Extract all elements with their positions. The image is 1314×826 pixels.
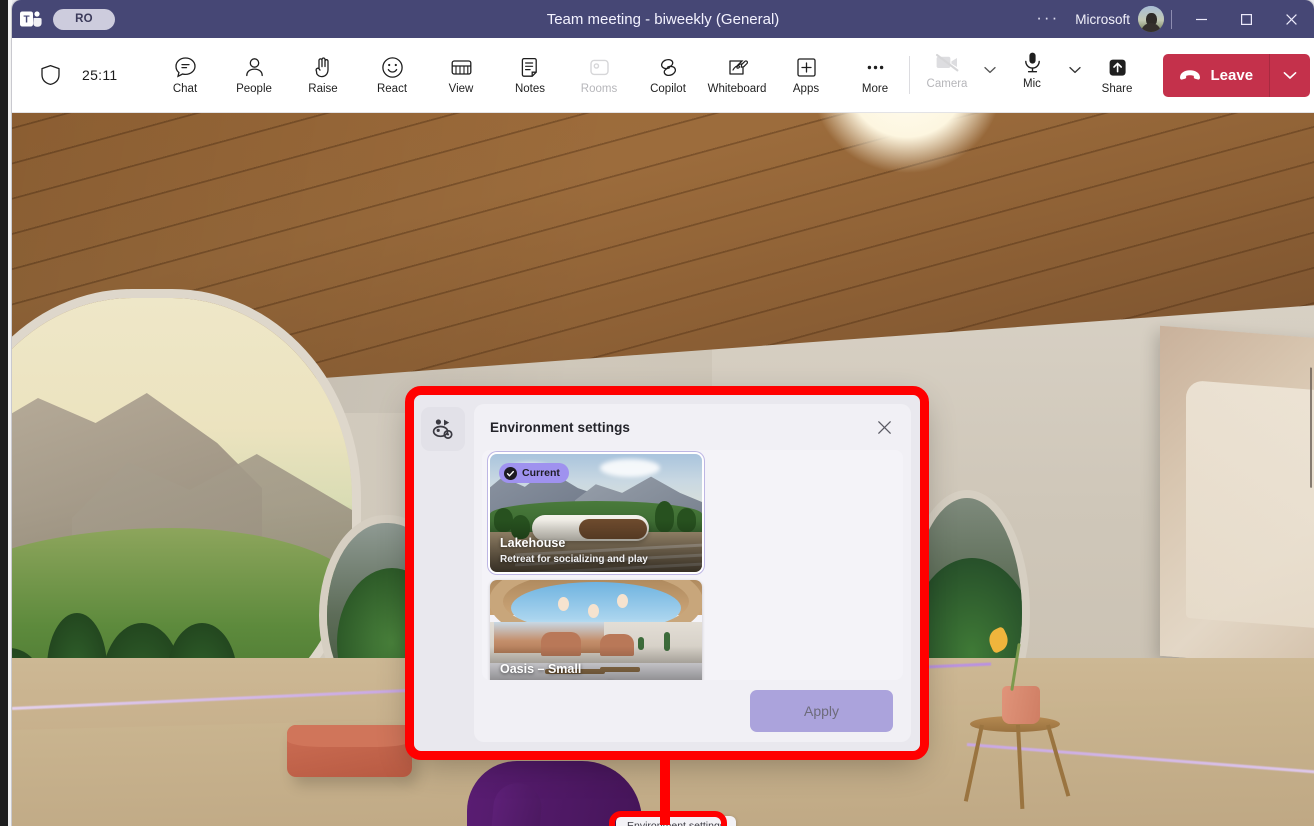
dialog-body: Environment settings	[474, 404, 911, 742]
whiteboard-icon	[725, 54, 750, 80]
camera-toggle-button[interactable]: Camera	[914, 39, 981, 101]
toolbar-button-raise[interactable]: Raise	[290, 44, 357, 106]
toolbar-button-notes[interactable]: Notes	[497, 44, 564, 106]
dialog-side-rail	[412, 393, 474, 753]
title-bar: T RO Team meeting - biweekly (General) ·…	[12, 0, 1314, 38]
hang-up-icon	[1178, 62, 1202, 88]
toolbar-button-apps[interactable]: Apps	[773, 44, 840, 106]
react-smiley-icon	[380, 54, 405, 80]
apply-button[interactable]: Apply	[750, 690, 893, 732]
more-horizontal-icon	[863, 54, 888, 80]
minimize-icon[interactable]	[1179, 0, 1224, 38]
dialog-footer: Apply	[474, 680, 911, 742]
account-label[interactable]: Microsoft	[1067, 12, 1138, 27]
background-window-sliver	[0, 0, 8, 826]
mic-toggle-button[interactable]: Mic	[999, 39, 1066, 101]
environment-card-oasis-small[interactable]: Oasis – Small Meeting space for small gr…	[490, 580, 702, 680]
microphone-icon	[1020, 49, 1045, 75]
toolbar-label: View	[449, 84, 474, 96]
raise-hand-icon	[311, 54, 336, 80]
immersive-meeting-stage: Environment settings	[12, 113, 1314, 826]
chevron-down-icon[interactable]	[981, 39, 999, 111]
camera-label: Camera	[927, 79, 968, 91]
meeting-toolbar: 25:11 Chat People	[12, 38, 1314, 113]
mic-control-group: Mic	[999, 39, 1084, 111]
shield-icon[interactable]	[30, 64, 70, 86]
share-button[interactable]: Share	[1084, 44, 1151, 106]
tenant-pill[interactable]: RO	[53, 9, 115, 30]
dialog-title: Environment settings	[490, 420, 630, 435]
toolbar-label: People	[236, 84, 272, 96]
view-grid-icon	[449, 54, 474, 80]
scene-wall-artwork	[1160, 326, 1314, 674]
maximize-icon[interactable]	[1224, 0, 1269, 38]
toolbar-button-chat[interactable]: Chat	[152, 44, 219, 106]
environment-list[interactable]: Current Lakehouse Retreat for socializin…	[482, 450, 903, 680]
toolbar-label: Notes	[515, 84, 545, 96]
environment-name: Oasis – Small	[500, 662, 581, 676]
more-horizontal-icon[interactable]: ···	[1028, 9, 1067, 26]
toolbar-divider	[909, 56, 910, 94]
chevron-down-icon[interactable]	[1270, 54, 1310, 97]
meeting-timer: 25:11	[82, 67, 118, 83]
user-avatar[interactable]	[1138, 6, 1164, 32]
title-bar-divider	[1171, 10, 1172, 29]
scene-avatar-person	[407, 743, 677, 826]
toolbar-label: Raise	[308, 84, 337, 96]
camera-off-icon	[934, 49, 961, 75]
toolbar-button-people[interactable]: People	[221, 44, 288, 106]
toolbar-label: Chat	[173, 84, 197, 96]
copilot-icon	[656, 54, 681, 80]
toolbar-right-group: Camera Mic	[909, 39, 1314, 111]
toolbar-button-group: Chat People Raise	[152, 44, 909, 106]
toolbar-button-whiteboard[interactable]: Whiteboard	[704, 44, 771, 106]
svg-text:T: T	[23, 15, 29, 26]
environment-name: Lakehouse	[500, 536, 565, 550]
camera-control-group: Camera	[914, 39, 999, 111]
people-icon	[242, 54, 267, 80]
toolbar-label: Rooms	[581, 84, 617, 96]
environment-description: Retreat for socializing and play	[500, 554, 648, 565]
toolbar-button-view[interactable]: View	[428, 44, 495, 106]
leave-label: Leave	[1211, 67, 1254, 84]
avatar-settings-icon[interactable]	[421, 407, 465, 451]
badge-label: Current	[522, 467, 560, 479]
title-bar-right: ··· Microsoft	[1028, 0, 1314, 38]
toolbar-label: Copilot	[650, 84, 686, 96]
share-label: Share	[1102, 84, 1133, 96]
leave-button[interactable]: Leave	[1163, 54, 1311, 97]
toolbar-label: More	[862, 84, 888, 96]
toolbar-label: Apps	[793, 84, 819, 96]
close-icon[interactable]	[1269, 0, 1314, 38]
toolbar-label: React	[377, 84, 407, 96]
close-icon[interactable]	[869, 412, 899, 442]
breakout-rooms-icon	[587, 54, 612, 80]
leave-button-main[interactable]: Leave	[1163, 54, 1270, 97]
toolbar-button-rooms[interactable]: Rooms	[566, 44, 633, 106]
environment-settings-dialog: Environment settings	[412, 393, 922, 753]
scene-floor-cushion	[287, 725, 412, 777]
toolbar-label: Whiteboard	[708, 84, 767, 96]
annotation-connector-line	[660, 753, 670, 825]
toolbar-button-react[interactable]: React	[359, 44, 426, 106]
check-circle-icon	[504, 467, 517, 480]
notes-icon	[518, 54, 543, 80]
share-screen-icon	[1105, 54, 1130, 80]
teams-app-window: T RO Team meeting - biweekly (General) ·…	[0, 0, 1314, 826]
chevron-down-icon[interactable]	[1066, 39, 1084, 111]
meeting-window: T RO Team meeting - biweekly (General) ·…	[12, 0, 1314, 826]
mic-label: Mic	[1023, 79, 1041, 91]
apps-plus-icon	[794, 54, 819, 80]
teams-logo-icon: T	[18, 7, 44, 31]
chat-icon	[173, 54, 198, 80]
toolbar-button-more[interactable]: More	[842, 44, 909, 106]
dialog-header: Environment settings	[474, 404, 911, 450]
toolbar-button-copilot[interactable]: Copilot	[635, 44, 702, 106]
environment-card-lakehouse[interactable]: Current Lakehouse Retreat for socializin…	[490, 454, 702, 572]
environment-settings-tooltip: Environment settings	[616, 816, 736, 826]
scene-vase	[1002, 686, 1040, 724]
toolbar-left-group: 25:11	[12, 64, 124, 86]
status-badge: Current	[499, 463, 569, 483]
